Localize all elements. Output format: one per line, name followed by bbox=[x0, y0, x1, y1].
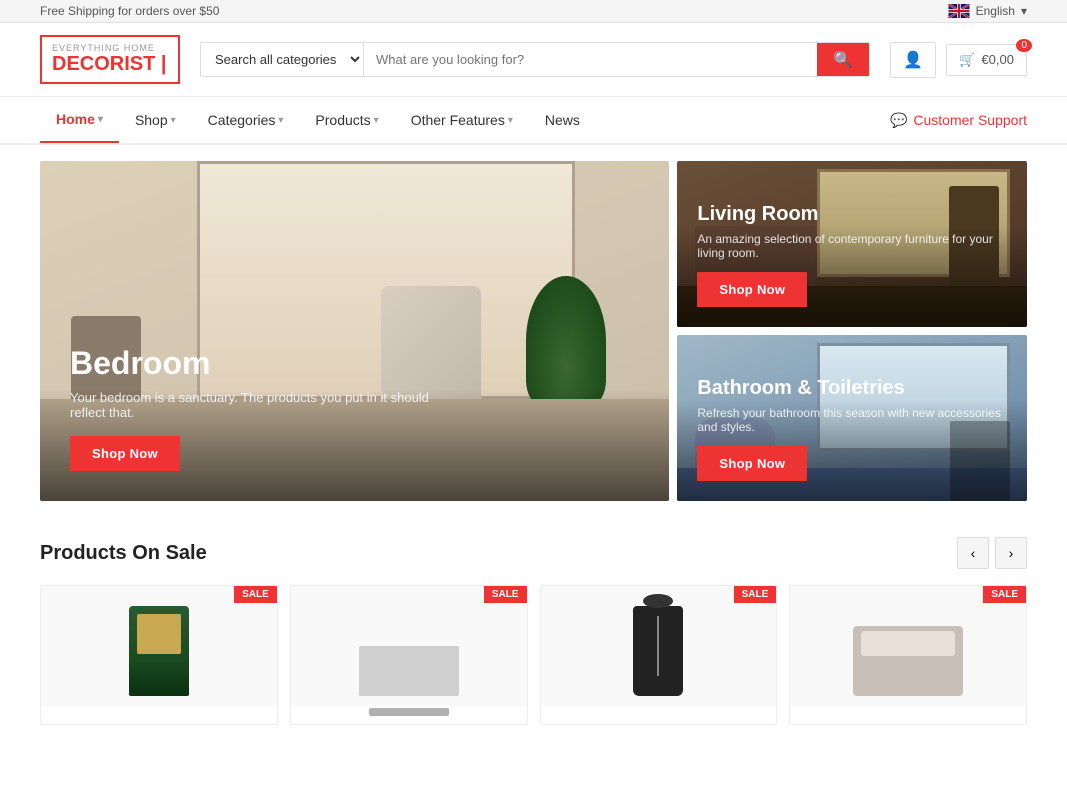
nav-label-home: Home bbox=[56, 111, 95, 127]
carousel-controls: ‹ › bbox=[957, 537, 1027, 569]
sale-badge: SALE bbox=[234, 586, 277, 603]
logo[interactable]: EVERYTHING HOME DECORIST | bbox=[40, 35, 180, 84]
nav-item-home[interactable]: Home ▾ bbox=[40, 97, 119, 143]
nav-label-other-features: Other Features bbox=[411, 112, 505, 128]
logo-accent: | bbox=[155, 53, 166, 75]
hero-main-shop-now-button[interactable]: Shop Now bbox=[70, 436, 180, 471]
hero-main-overlay: Bedroom Your bedroom is a sanctuary. The… bbox=[40, 315, 669, 501]
customer-support-label: Customer Support bbox=[913, 112, 1027, 128]
flag-icon bbox=[948, 4, 970, 18]
nav-item-other-features[interactable]: Other Features ▾ bbox=[395, 98, 529, 142]
hero-bathroom-card: Bathroom & Toiletries Refresh your bathr… bbox=[677, 335, 1027, 501]
tea-tin-image bbox=[129, 606, 189, 696]
chevron-down-icon: ▾ bbox=[171, 115, 176, 126]
logo-subtitle: EVERYTHING HOME bbox=[52, 43, 168, 53]
cart-badge: 0 bbox=[1016, 39, 1032, 52]
cart-button[interactable]: 🛒 0 €0,00 bbox=[946, 44, 1027, 76]
language-chevron: ▾ bbox=[1021, 4, 1027, 18]
hero-main-description: Your bedroom is a sanctuary. The product… bbox=[70, 390, 430, 420]
chat-icon: 💬 bbox=[890, 112, 907, 129]
nav-label-shop: Shop bbox=[135, 112, 168, 128]
product-card[interactable]: SALE bbox=[40, 585, 278, 725]
french-press-image bbox=[633, 606, 683, 696]
hero-living-room-card: Living Room An amazing selection of cont… bbox=[677, 161, 1027, 327]
product-card[interactable]: SALE bbox=[540, 585, 778, 725]
hero-main-title: Bedroom bbox=[70, 345, 639, 382]
products-section-title: Products On Sale bbox=[40, 542, 207, 565]
nav-item-news[interactable]: News bbox=[529, 98, 596, 142]
header: EVERYTHING HOME DECORIST | Search all ca… bbox=[0, 23, 1067, 97]
cart-icon: 🛒 bbox=[959, 52, 975, 68]
coffee-table-image bbox=[359, 646, 459, 696]
cart-price: €0,00 bbox=[981, 52, 1014, 67]
next-button[interactable]: › bbox=[995, 537, 1027, 569]
sale-badge: SALE bbox=[983, 586, 1026, 603]
header-icons: 👤 🛒 0 €0,00 bbox=[890, 42, 1027, 78]
search-input[interactable] bbox=[364, 43, 817, 76]
chevron-down-icon: ▾ bbox=[98, 114, 103, 125]
product-card[interactable]: SALE bbox=[789, 585, 1027, 725]
bathroom-title: Bathroom & Toiletries bbox=[697, 377, 1007, 400]
customer-support[interactable]: 💬 Customer Support bbox=[890, 112, 1027, 129]
products-header: Products On Sale ‹ › bbox=[40, 537, 1027, 569]
nav-label-categories: Categories bbox=[208, 112, 276, 128]
hero-side-cards: Living Room An amazing selection of cont… bbox=[677, 161, 1027, 501]
search-button[interactable]: 🔍 bbox=[817, 43, 869, 76]
product-image-area bbox=[41, 586, 277, 706]
user-icon: 👤 bbox=[903, 52, 923, 69]
nav-label-products: Products bbox=[315, 112, 370, 128]
chevron-down-icon: ▾ bbox=[508, 115, 513, 126]
nav-item-products[interactable]: Products ▾ bbox=[299, 98, 394, 142]
living-room-description: An amazing selection of contemporary fur… bbox=[697, 232, 1007, 260]
product-image-area bbox=[291, 586, 527, 706]
hero-section: Bedroom Your bedroom is a sanctuary. The… bbox=[0, 145, 1067, 517]
product-card[interactable]: SALE bbox=[290, 585, 528, 725]
logo-title: DECORIST | bbox=[52, 53, 168, 76]
language-label: English bbox=[976, 4, 1015, 18]
hero-main-card: Bedroom Your bedroom is a sanctuary. The… bbox=[40, 161, 669, 501]
bed-frame-image bbox=[853, 626, 963, 696]
sale-badge: SALE bbox=[734, 586, 777, 603]
living-room-shop-now-button[interactable]: Shop Now bbox=[697, 272, 807, 307]
main-nav: Home ▾ Shop ▾ Categories ▾ Products ▾ Ot… bbox=[0, 97, 1067, 145]
living-room-overlay: Living Room An amazing selection of cont… bbox=[677, 183, 1027, 327]
product-image-area bbox=[541, 586, 777, 706]
products-on-sale-section: Products On Sale ‹ › SALE SALE SALE bbox=[0, 517, 1067, 745]
search-icon: 🔍 bbox=[833, 52, 853, 69]
living-room-title: Living Room bbox=[697, 203, 1007, 226]
prev-button[interactable]: ‹ bbox=[957, 537, 989, 569]
chevron-down-icon: ▾ bbox=[374, 115, 379, 126]
bathroom-shop-now-button[interactable]: Shop Now bbox=[697, 446, 807, 481]
bathroom-description: Refresh your bathroom this season with n… bbox=[697, 406, 1007, 434]
product-image-area bbox=[790, 586, 1026, 706]
search-category-select[interactable]: Search all categories bbox=[201, 43, 364, 76]
top-bar: Free Shipping for orders over $50 Englis… bbox=[0, 0, 1067, 23]
bathroom-overlay: Bathroom & Toiletries Refresh your bathr… bbox=[677, 357, 1027, 501]
nav-item-shop[interactable]: Shop ▾ bbox=[119, 98, 192, 142]
nav-label-news: News bbox=[545, 112, 580, 128]
nav-item-categories[interactable]: Categories ▾ bbox=[192, 98, 300, 142]
sale-badge: SALE bbox=[484, 586, 527, 603]
shipping-text: Free Shipping for orders over $50 bbox=[40, 4, 219, 18]
search-bar: Search all categories 🔍 bbox=[200, 42, 870, 77]
account-button[interactable]: 👤 bbox=[890, 42, 936, 78]
chevron-down-icon: ▾ bbox=[278, 115, 283, 126]
language-selector[interactable]: English ▾ bbox=[948, 4, 1027, 18]
logo-text: DECORIST bbox=[52, 53, 155, 75]
products-grid: SALE SALE SALE SALE bbox=[40, 585, 1027, 725]
